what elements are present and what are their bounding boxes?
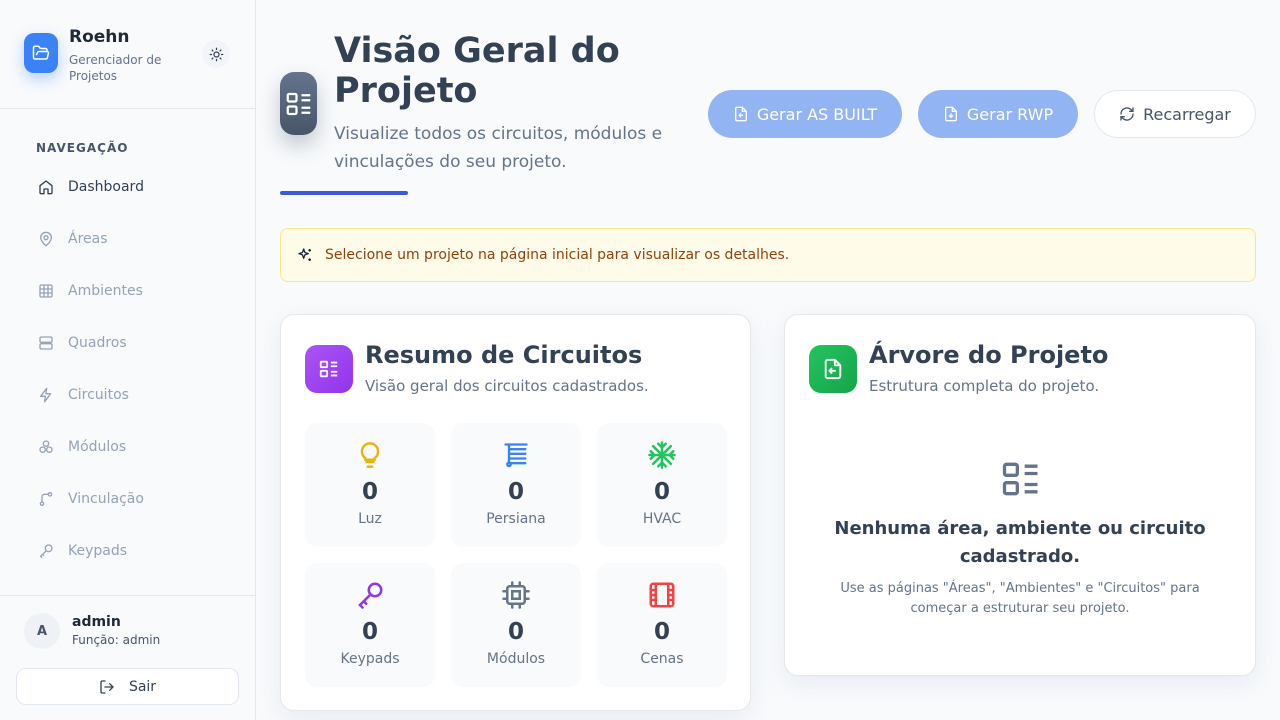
summary-title: Resumo de Circuitos	[365, 341, 643, 369]
stat-value: 0	[361, 479, 378, 505]
project-tree-card: Árvore do Projeto Estrutura completa do …	[784, 314, 1256, 676]
grid-icon	[36, 281, 56, 301]
file-export-icon	[733, 106, 749, 122]
brand-name: Roehn	[69, 27, 130, 47]
stat-hvac: 0 HVAC	[597, 423, 727, 547]
title-underline	[280, 191, 408, 195]
sidebar-item-label: Ambientes	[68, 283, 143, 299]
logout-label: Sair	[128, 678, 157, 695]
sidebar-item-circuitos[interactable]: Circuitos	[36, 382, 236, 408]
sidebar: Roehn Gerenciador de Projetos NAVEGAÇÃO …	[0, 0, 256, 720]
file-download-icon	[943, 106, 959, 122]
stat-label: Persiana	[486, 511, 546, 527]
link-branch-icon	[36, 489, 56, 509]
stat-value: 0	[361, 619, 378, 645]
stat-modulos: 0 Módulos	[451, 563, 581, 687]
user-role: Função: admin	[72, 633, 161, 647]
sparkles-icon	[297, 247, 313, 263]
sidebar-item-label: Quadros	[68, 335, 127, 351]
sidebar-item-label: Áreas	[68, 231, 108, 247]
key-icon	[36, 541, 56, 561]
stat-cenas: 0 Cenas	[597, 563, 727, 687]
list-layout-icon	[280, 72, 317, 135]
circuit-summary-card: Resumo de Circuitos Visão geral dos circ…	[280, 314, 751, 711]
brand-subtitle: Gerenciador de Projetos	[69, 53, 162, 83]
sidebar-item-keypads[interactable]: Keypads	[36, 538, 236, 564]
reload-button[interactable]: Recarregar	[1094, 90, 1256, 138]
refresh-icon	[1119, 106, 1135, 122]
generate-as-built-button[interactable]: Gerar AS BUILT	[708, 90, 902, 138]
lightning-icon	[36, 385, 56, 405]
sidebar-item-dashboard[interactable]: Dashboard	[36, 174, 236, 200]
page-title: Visão Geral do Projeto	[334, 31, 620, 111]
stat-label: Módulos	[486, 651, 546, 667]
summary-subtitle: Visão geral dos circuitos cadastrados.	[365, 377, 649, 395]
alert-text: Selecione um projeto na página inicial p…	[325, 247, 790, 263]
user-panel: A admin Função: admin Sair	[0, 595, 256, 720]
avatar: A	[24, 613, 60, 649]
home-icon	[36, 177, 56, 197]
sidebar-item-modulos[interactable]: Módulos	[36, 434, 236, 460]
theme-toggle-button[interactable]	[202, 40, 230, 68]
nav-heading: NAVEGAÇÃO	[36, 141, 129, 155]
sidebar-item-label: Módulos	[68, 439, 127, 455]
user-name: admin	[72, 614, 121, 630]
file-import-icon	[809, 345, 857, 393]
rwp-label: Gerar RWP	[966, 104, 1054, 124]
stat-keypads: 0 Keypads	[305, 563, 435, 687]
tree-subtitle: Estrutura completa do projeto.	[869, 377, 1100, 395]
sun-icon	[209, 47, 223, 61]
snowflake-icon	[646, 439, 678, 471]
stat-label: Luz	[358, 511, 382, 527]
sidebar-item-label: Dashboard	[68, 179, 144, 195]
sidebar-item-label: Circuitos	[68, 387, 129, 403]
sidebar-item-label: Vinculação	[68, 491, 144, 507]
list-layout-icon	[305, 345, 353, 393]
film-icon	[646, 579, 678, 611]
as-built-label: Gerar AS BUILT	[756, 104, 878, 124]
key-icon	[354, 579, 386, 611]
sidebar-item-vinculacao[interactable]: Vinculação	[36, 486, 236, 512]
sidebar-item-quadros[interactable]: Quadros	[36, 330, 236, 356]
stat-persiana: 0 Persiana	[451, 423, 581, 547]
map-pin-icon	[36, 229, 56, 249]
page-subtitle: Visualize todos os circuitos, módulos e …	[334, 124, 663, 172]
select-project-alert: Selecione um projeto na página inicial p…	[280, 228, 1256, 282]
logout-button[interactable]: Sair	[16, 668, 239, 705]
brand-header: Roehn Gerenciador de Projetos	[0, 0, 255, 109]
list-layout-icon	[999, 457, 1043, 501]
stat-label: Cenas	[640, 651, 684, 667]
empty-state-description: Use as páginas "Áreas", "Ambientes" e "C…	[840, 581, 1200, 616]
sidebar-item-label: Keypads	[68, 543, 128, 559]
stat-label: Keypads	[340, 651, 400, 667]
sidebar-item-areas[interactable]: Áreas	[36, 226, 236, 252]
stat-value: 0	[653, 619, 670, 645]
generate-rwp-button[interactable]: Gerar RWP	[918, 90, 1078, 138]
empty-state-title: Nenhuma área, ambiente ou circuito cadas…	[834, 518, 1206, 567]
folder-open-icon	[24, 33, 58, 73]
stat-label: HVAC	[642, 511, 682, 527]
reload-label: Recarregar	[1143, 104, 1231, 124]
server-icon	[36, 333, 56, 353]
stat-value: 0	[653, 479, 670, 505]
tree-title: Árvore do Projeto	[869, 341, 1109, 369]
cpu-icon	[500, 579, 532, 611]
stat-value: 0	[507, 619, 524, 645]
sidebar-item-ambientes[interactable]: Ambientes	[36, 278, 236, 304]
lightbulb-icon	[354, 439, 386, 471]
logout-icon	[99, 679, 115, 695]
stat-luz: 0 Luz	[305, 423, 435, 547]
stat-value: 0	[507, 479, 524, 505]
blinds-icon	[500, 439, 532, 471]
boxes-icon	[36, 437, 56, 457]
